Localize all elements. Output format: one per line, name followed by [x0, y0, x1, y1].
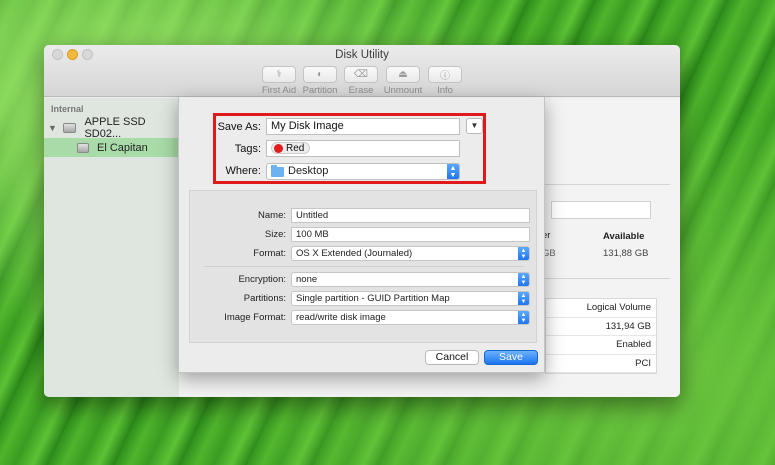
info-cell: Logical Volume	[546, 299, 656, 318]
divider	[204, 266, 524, 267]
tag-pill[interactable]: Red	[271, 142, 311, 154]
sidebar-section-internal: Internal	[51, 104, 84, 114]
image-format-value: read/write disk image	[296, 312, 386, 323]
where-label: Where:	[225, 165, 261, 177]
window-title: Disk Utility	[335, 49, 389, 61]
format-popup[interactable]: OS X Extended (Journaled) ▲ ▼	[291, 246, 530, 261]
hard-drive-icon	[63, 122, 77, 133]
sidebar-item-disk[interactable]: ▼ APPLE SSD SD02...	[44, 115, 179, 140]
chevron-down-icon: ▼	[470, 121, 479, 130]
encryption-popup[interactable]: none ▲ ▼	[291, 272, 530, 287]
partitions-label: Partitions:	[243, 293, 286, 304]
save-as-label: Save As:	[217, 121, 261, 133]
volume-icon	[77, 142, 89, 153]
partitions-value: Single partition - GUID Partition Map	[296, 293, 450, 304]
available-label: Available	[603, 231, 645, 242]
titlebar: Disk Utility ⚕ First Aid ◐ Partition ⌫ E…	[44, 45, 680, 97]
partitions-popup[interactable]: Single partition - GUID Partition Map ▲ ▼	[291, 291, 530, 306]
encryption-label: Encryption:	[238, 274, 286, 285]
size-input[interactable]: 100 MB	[291, 227, 530, 242]
save-button[interactable]: Save	[484, 350, 538, 365]
popup-arrows-icon: ▲ ▼	[518, 292, 529, 305]
image-format-label: Image Format:	[224, 312, 286, 323]
divider	[544, 278, 670, 279]
info-cell: 131,94 GB	[546, 318, 656, 336]
image-format-popup[interactable]: read/write disk image ▲ ▼	[291, 310, 530, 325]
sidebar-item-label: APPLE SSD SD02...	[84, 115, 146, 140]
save-options-area: Save As: My Disk Image ▼ Tags: Red Where…	[179, 97, 544, 190]
cancel-button[interactable]: Cancel	[425, 350, 479, 365]
where-value: Desktop	[288, 165, 329, 177]
encryption-value: none	[296, 274, 318, 285]
info-cell: PCI	[546, 355, 656, 373]
format-label: Format:	[253, 248, 286, 259]
volume-usage-bar	[551, 201, 651, 219]
new-image-sheet: Save As: My Disk Image ▼ Tags: Red Where…	[178, 97, 545, 373]
image-options-panel: Name: Untitled Size: 100 MB Format: OS X…	[189, 190, 537, 343]
name-label: Name:	[258, 210, 286, 221]
format-value: OS X Extended (Journaled)	[296, 248, 413, 259]
tags-label: Tags:	[234, 143, 261, 155]
eject-icon: ⏏	[386, 66, 420, 83]
popup-arrows-icon: ▲ ▼	[518, 273, 529, 286]
stethoscope-icon: ⚕	[262, 66, 296, 83]
tags-input[interactable]: Red	[266, 140, 460, 157]
tag-name: Red	[286, 142, 305, 154]
popup-arrows-icon: ▲ ▼	[518, 247, 529, 260]
expand-dialog-button[interactable]: ▼	[466, 118, 483, 134]
name-input[interactable]: Untitled	[291, 208, 530, 223]
red-tag-dot-icon	[274, 143, 283, 153]
erase-icon: ⌫	[344, 66, 378, 83]
folder-icon	[271, 164, 284, 177]
disclosure-triangle-icon[interactable]: ▼	[48, 123, 59, 133]
info-cell: Enabled	[546, 336, 656, 355]
toolbar-label: Info	[437, 85, 453, 96]
available-value: 131,88 GB	[603, 248, 649, 259]
info-table: Logical Volume 131,94 GB Enabled PCI	[545, 298, 657, 374]
sidebar-item-label: El Capitan	[97, 141, 148, 154]
sidebar: Internal ▼ APPLE SSD SD02... El Capitan	[44, 98, 179, 397]
sidebar-item-volume[interactable]: El Capitan	[44, 138, 179, 157]
popup-arrows-icon: ▲ ▼	[447, 164, 459, 179]
save-as-input[interactable]: My Disk Image	[266, 118, 460, 135]
info-icon: ⓘ	[428, 66, 462, 83]
size-label: Size:	[264, 229, 286, 240]
partition-icon: ◐	[303, 66, 337, 83]
toolbar-info-button[interactable]: ⓘ Info	[417, 66, 473, 96]
where-popup[interactable]: Desktop ▲ ▼	[266, 163, 460, 180]
popup-arrows-icon: ▲ ▼	[518, 311, 529, 324]
